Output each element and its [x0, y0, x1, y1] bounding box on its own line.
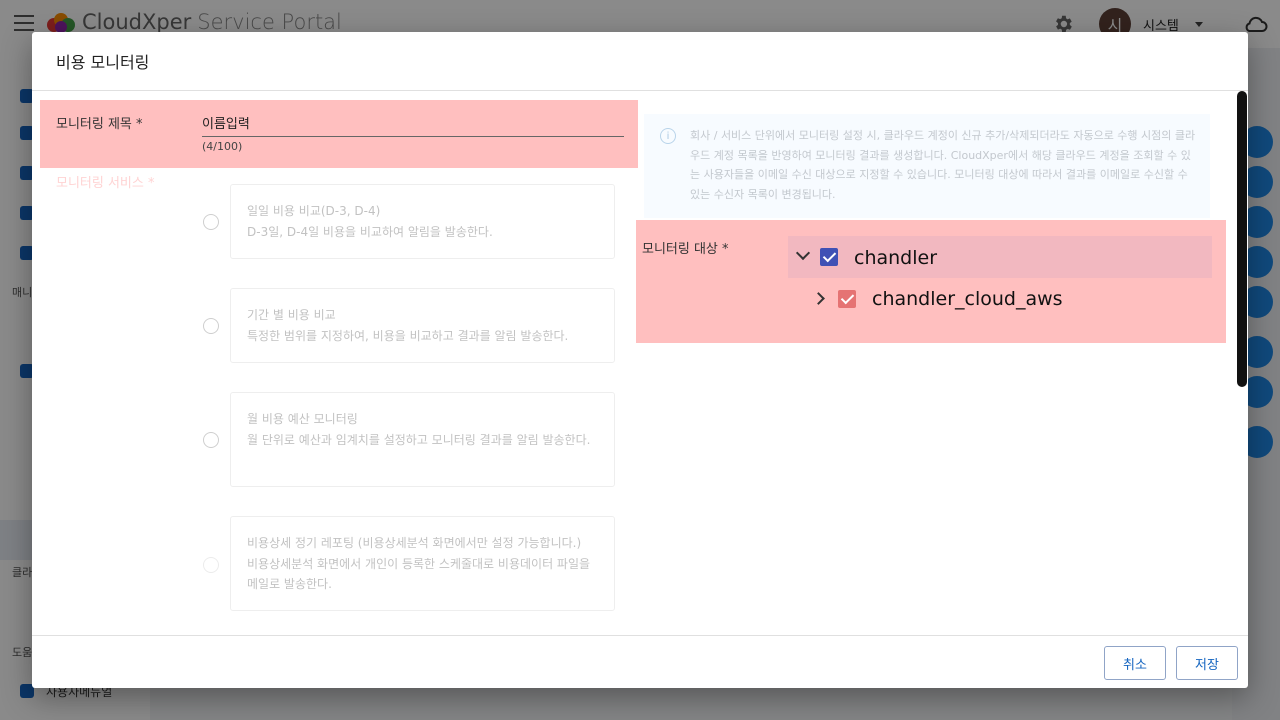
- chevron-right-icon[interactable]: [812, 292, 825, 305]
- monitoring-service-label: 모니터링 서비스 *: [56, 176, 155, 191]
- chevron-down-icon[interactable]: [795, 245, 811, 261]
- divider: [32, 90, 1248, 91]
- service-option-daily[interactable]: 일일 비용 비교(D-3, D-4) D-3일, D-4일 비용을 비교하여 알…: [230, 184, 615, 259]
- tree-checkbox-root[interactable]: [820, 248, 838, 266]
- service-radio-budget[interactable]: [203, 432, 219, 448]
- scrollbar-thumb[interactable]: [1237, 91, 1247, 387]
- dialog-scrollbar[interactable]: [1236, 90, 1248, 635]
- monitoring-title-row: 모니터링 제목 * (4/100): [40, 100, 638, 168]
- service-option-budget[interactable]: 월 비용 예산 모니터링 월 단위로 예산과 임계치를 설정하고 모니터링 결과…: [230, 392, 615, 487]
- monitoring-target-label: 모니터링 대상 *: [642, 242, 729, 257]
- service-option-period[interactable]: 기간 별 비용 비교 특정한 범위를 지정하여, 비용을 비교하고 결과를 알림…: [230, 288, 615, 363]
- monitoring-target-row: 모니터링 대상 * chandler chandler_cloud_aws: [636, 220, 1226, 343]
- cancel-button[interactable]: 취소: [1104, 646, 1166, 680]
- service-option-report[interactable]: 비용상세 정기 레포팅 (비용상세분석 화면에서만 설정 가능합니다.) 비용상…: [230, 516, 615, 611]
- tree-node-chandler[interactable]: chandler: [788, 236, 1212, 308]
- char-counter: (4/100): [202, 140, 243, 153]
- service-radio-period[interactable]: [203, 318, 219, 334]
- cost-monitoring-dialog: 비용 모니터링 모니터링 제목 * (4/100) 모니터링 서비스 * 일일 …: [32, 32, 1248, 688]
- info-box: i 회사 / 서비스 단위에서 모니터링 설정 시, 클라우드 계정이 신규 추…: [644, 114, 1210, 218]
- monitoring-title-label: 모니터링 제목 *: [56, 117, 143, 132]
- save-button[interactable]: 저장: [1176, 646, 1238, 680]
- service-radio-report[interactable]: [203, 557, 219, 573]
- info-text: 회사 / 서비스 단위에서 모니터링 설정 시, 클라우드 계정이 신규 추가/…: [690, 129, 1196, 201]
- tree-checkbox-child[interactable]: [838, 290, 856, 308]
- monitoring-title-input[interactable]: [202, 113, 624, 137]
- dialog-title: 비용 모니터링: [56, 53, 150, 72]
- divider: [32, 635, 1248, 636]
- tree-label-root: chandler: [854, 247, 938, 269]
- tree-label-child[interactable]: chandler_cloud_aws: [872, 288, 1063, 310]
- info-icon: i: [660, 128, 676, 144]
- service-radio-daily[interactable]: [203, 214, 219, 230]
